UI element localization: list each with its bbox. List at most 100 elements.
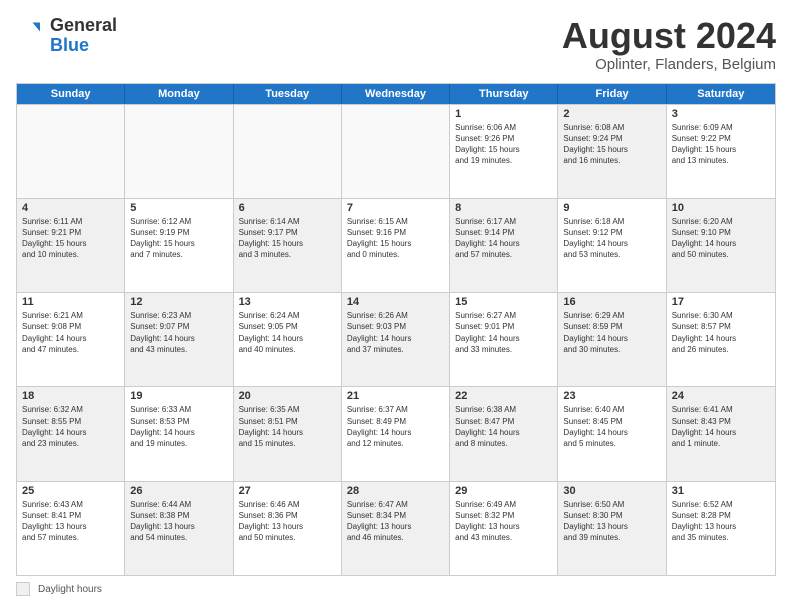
- table-row: 30 Sunrise: 6:50 AM Sunset: 8:30 PM Dayli…: [558, 482, 666, 575]
- cell-text: Sunrise: 6:09 AM Sunset: 9:22 PM Dayligh…: [672, 122, 770, 167]
- day-number: 9: [563, 202, 660, 214]
- day-number: 24: [672, 390, 770, 402]
- cell-text: Sunrise: 6:23 AM Sunset: 9:07 PM Dayligh…: [130, 310, 227, 355]
- cell-text: Sunrise: 6:33 AM Sunset: 8:53 PM Dayligh…: [130, 404, 227, 449]
- cell-text: Sunrise: 6:40 AM Sunset: 8:45 PM Dayligh…: [563, 404, 660, 449]
- calendar-header-cell: Friday: [558, 84, 666, 104]
- cell-text: Sunrise: 6:32 AM Sunset: 8:55 PM Dayligh…: [22, 404, 119, 449]
- table-row: 18 Sunrise: 6:32 AM Sunset: 8:55 PM Dayli…: [17, 387, 125, 480]
- cell-text: Sunrise: 6:41 AM Sunset: 8:43 PM Dayligh…: [672, 404, 770, 449]
- calendar: SundayMondayTuesdayWednesdayThursdayFrid…: [16, 83, 776, 576]
- table-row: 13 Sunrise: 6:24 AM Sunset: 9:05 PM Dayli…: [234, 293, 342, 386]
- cell-text: Sunrise: 6:20 AM Sunset: 9:10 PM Dayligh…: [672, 216, 770, 261]
- table-row: 26Sunrise: 6:44 AM Sunset: 8:38 PM Dayli…: [125, 482, 233, 575]
- calendar-header-cell: Thursday: [450, 84, 558, 104]
- day-number: 6: [239, 202, 336, 214]
- table-row: 1Sunrise: 6:06 AM Sunset: 9:26 PM Daylig…: [450, 105, 558, 198]
- logo-blue-text: Blue: [50, 36, 117, 56]
- day-number: 30: [563, 485, 660, 497]
- day-number: 29: [455, 485, 552, 497]
- table-row: 2 Sunrise: 6:08 AM Sunset: 9:24 PM Daylig…: [558, 105, 666, 198]
- table-row: [17, 105, 125, 198]
- table-row: 9Sunrise: 6:18 AM Sunset: 9:12 PM Daylig…: [558, 199, 666, 292]
- table-row: 29 Sunrise: 6:49 AM Sunset: 8:32 PM Dayli…: [450, 482, 558, 575]
- logo-icon: [16, 21, 46, 51]
- day-number: 16: [563, 296, 660, 308]
- table-row: 27 Sunrise: 6:46 AM Sunset: 8:36 PM Dayli…: [234, 482, 342, 575]
- cell-text: Sunrise: 6:12 AM Sunset: 9:19 PM Dayligh…: [130, 216, 227, 261]
- cell-text: Sunrise: 6:11 AM Sunset: 9:21 PM Dayligh…: [22, 216, 119, 261]
- cell-text: Sunrise: 6:37 AM Sunset: 8:49 PM Dayligh…: [347, 404, 444, 449]
- day-number: 1: [455, 108, 552, 120]
- calendar-header-cell: Saturday: [667, 84, 775, 104]
- cell-text: Sunrise: 6:08 AM Sunset: 9:24 PM Dayligh…: [563, 122, 660, 167]
- table-row: 23 Sunrise: 6:40 AM Sunset: 8:45 PM Dayli…: [558, 387, 666, 480]
- calendar-body: 1Sunrise: 6:06 AM Sunset: 9:26 PM Daylig…: [17, 104, 775, 575]
- cell-text: Sunrise: 6:43 AM Sunset: 8:41 PM Dayligh…: [22, 499, 119, 544]
- cell-text: Sunrise: 6:35 AM Sunset: 8:51 PM Dayligh…: [239, 404, 336, 449]
- calendar-header-row: SundayMondayTuesdayWednesdayThursdayFrid…: [17, 84, 775, 104]
- table-row: 3Sunrise: 6:09 AM Sunset: 9:22 PM Daylig…: [667, 105, 775, 198]
- cell-text: Sunrise: 6:27 AM Sunset: 9:01 PM Dayligh…: [455, 310, 552, 355]
- day-number: 12: [130, 296, 227, 308]
- table-row: 31 Sunrise: 6:52 AM Sunset: 8:28 PM Dayli…: [667, 482, 775, 575]
- cell-text: Sunrise: 6:21 AM Sunset: 9:08 PM Dayligh…: [22, 310, 119, 355]
- calendar-row: 1Sunrise: 6:06 AM Sunset: 9:26 PM Daylig…: [17, 104, 775, 198]
- calendar-header-cell: Monday: [125, 84, 233, 104]
- table-row: 10 Sunrise: 6:20 AM Sunset: 9:10 PM Dayli…: [667, 199, 775, 292]
- cell-text: Sunrise: 6:17 AM Sunset: 9:14 PM Dayligh…: [455, 216, 552, 261]
- day-number: 19: [130, 390, 227, 402]
- day-number: 28: [347, 485, 444, 497]
- cell-text: Sunrise: 6:30 AM Sunset: 8:57 PM Dayligh…: [672, 310, 770, 355]
- legend-box: [16, 582, 30, 596]
- legend: Daylight hours: [16, 582, 776, 596]
- day-number: 21: [347, 390, 444, 402]
- cell-text: Sunrise: 6:47 AM Sunset: 8:34 PM Dayligh…: [347, 499, 444, 544]
- table-row: 6 Sunrise: 6:14 AM Sunset: 9:17 PM Daylig…: [234, 199, 342, 292]
- table-row: 14 Sunrise: 6:26 AM Sunset: 9:03 PM Dayli…: [342, 293, 450, 386]
- cell-text: Sunrise: 6:26 AM Sunset: 9:03 PM Dayligh…: [347, 310, 444, 355]
- day-number: 31: [672, 485, 770, 497]
- table-row: [234, 105, 342, 198]
- logo-general-text: General: [50, 16, 117, 36]
- table-row: 28 Sunrise: 6:47 AM Sunset: 8:34 PM Dayli…: [342, 482, 450, 575]
- day-number: 26: [130, 485, 227, 497]
- table-row: 22 Sunrise: 6:38 AM Sunset: 8:47 PM Dayli…: [450, 387, 558, 480]
- cell-text: Sunrise: 6:15 AM Sunset: 9:16 PM Dayligh…: [347, 216, 444, 261]
- table-row: 5Sunrise: 6:12 AM Sunset: 9:19 PM Daylig…: [125, 199, 233, 292]
- cell-text: Sunrise: 6:24 AM Sunset: 9:05 PM Dayligh…: [239, 310, 336, 355]
- day-number: 27: [239, 485, 336, 497]
- table-row: 16Sunrise: 6:29 AM Sunset: 8:59 PM Dayli…: [558, 293, 666, 386]
- day-number: 13: [239, 296, 336, 308]
- cell-text: Sunrise: 6:38 AM Sunset: 8:47 PM Dayligh…: [455, 404, 552, 449]
- table-row: 20 Sunrise: 6:35 AM Sunset: 8:51 PM Dayli…: [234, 387, 342, 480]
- logo: General Blue: [16, 16, 117, 56]
- title-block: August 2024 Oplinter, Flanders, Belgium: [562, 16, 776, 73]
- calendar-header-cell: Wednesday: [342, 84, 450, 104]
- cell-text: Sunrise: 6:49 AM Sunset: 8:32 PM Dayligh…: [455, 499, 552, 544]
- month-year-title: August 2024: [562, 16, 776, 56]
- location-subtitle: Oplinter, Flanders, Belgium: [562, 56, 776, 73]
- table-row: 25Sunrise: 6:43 AM Sunset: 8:41 PM Dayli…: [17, 482, 125, 575]
- calendar-row: 18 Sunrise: 6:32 AM Sunset: 8:55 PM Dayli…: [17, 386, 775, 480]
- day-number: 7: [347, 202, 444, 214]
- day-number: 2: [563, 108, 660, 120]
- table-row: [342, 105, 450, 198]
- calendar-header-cell: Sunday: [17, 84, 125, 104]
- day-number: 17: [672, 296, 770, 308]
- legend-label: Daylight hours: [38, 584, 102, 595]
- cell-text: Sunrise: 6:50 AM Sunset: 8:30 PM Dayligh…: [563, 499, 660, 544]
- day-number: 14: [347, 296, 444, 308]
- table-row: 7 Sunrise: 6:15 AM Sunset: 9:16 PM Daylig…: [342, 199, 450, 292]
- table-row: 24 Sunrise: 6:41 AM Sunset: 8:43 PM Dayli…: [667, 387, 775, 480]
- cell-text: Sunrise: 6:14 AM Sunset: 9:17 PM Dayligh…: [239, 216, 336, 261]
- day-number: 23: [563, 390, 660, 402]
- table-row: 8Sunrise: 6:17 AM Sunset: 9:14 PM Daylig…: [450, 199, 558, 292]
- day-number: 18: [22, 390, 119, 402]
- cell-text: Sunrise: 6:46 AM Sunset: 8:36 PM Dayligh…: [239, 499, 336, 544]
- cell-text: Sunrise: 6:52 AM Sunset: 8:28 PM Dayligh…: [672, 499, 770, 544]
- day-number: 10: [672, 202, 770, 214]
- day-number: 22: [455, 390, 552, 402]
- calendar-row: 4Sunrise: 6:11 AM Sunset: 9:21 PM Daylig…: [17, 198, 775, 292]
- day-number: 20: [239, 390, 336, 402]
